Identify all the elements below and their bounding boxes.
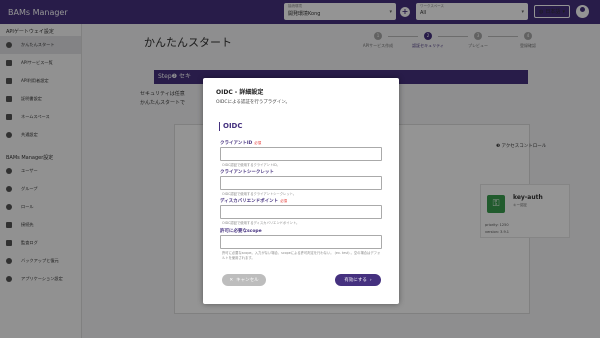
client-secret-label: クライアントシークレット — [220, 169, 274, 175]
client-id-label: クライアントID 必須 — [220, 140, 261, 146]
discovery-endpoint-input[interactable] — [220, 205, 382, 219]
field-label-text: クライアントID — [220, 141, 253, 146]
oidc-settings-dialog: OIDC - 詳細設定 OIDCによる認証を行うプラグイン。 OIDC クライア… — [203, 78, 399, 304]
discovery-endpoint-label: ディスカバリエンドポイント 必須 — [220, 198, 287, 204]
field-label-text: ディスカバリエンドポイント — [220, 199, 279, 204]
dialog-title: OIDC - 詳細設定 — [216, 89, 264, 96]
cancel-button[interactable]: ✕ キャンセル — [222, 274, 266, 286]
scope-label: 許可に必要なscope — [220, 228, 262, 234]
chevron-right-icon: › — [369, 277, 372, 283]
section-heading: OIDC — [219, 122, 243, 131]
field-label-text: 許可に必要なscope — [220, 229, 262, 234]
cancel-label: キャンセル — [236, 278, 259, 283]
enable-label: 有効にする — [344, 278, 367, 283]
discovery-endpoint-hint: OIDC認証で使用するディスカバリエンドポイント。 — [222, 221, 300, 225]
required-badge: 必須 — [280, 199, 288, 203]
client-id-hint: OIDC認証で使用するクライアントID。 — [222, 163, 280, 167]
field-label-text: クライアントシークレット — [220, 170, 274, 175]
scope-hint: 許可に必要なscope。入力がない場合、scopeによる許可判定を行わない。 (… — [222, 251, 381, 260]
required-badge: 必須 — [254, 141, 262, 145]
scope-input[interactable] — [220, 235, 382, 249]
enable-button[interactable]: 有効にする › — [335, 274, 381, 286]
dialog-description: OIDCによる認証を行うプラグイン。 — [216, 100, 290, 105]
client-id-input[interactable] — [220, 147, 382, 161]
client-secret-input[interactable] — [220, 176, 382, 190]
close-icon: ✕ — [229, 277, 234, 283]
client-secret-hint: OIDC認証で使用するクライアントシークレット。 — [222, 192, 297, 196]
